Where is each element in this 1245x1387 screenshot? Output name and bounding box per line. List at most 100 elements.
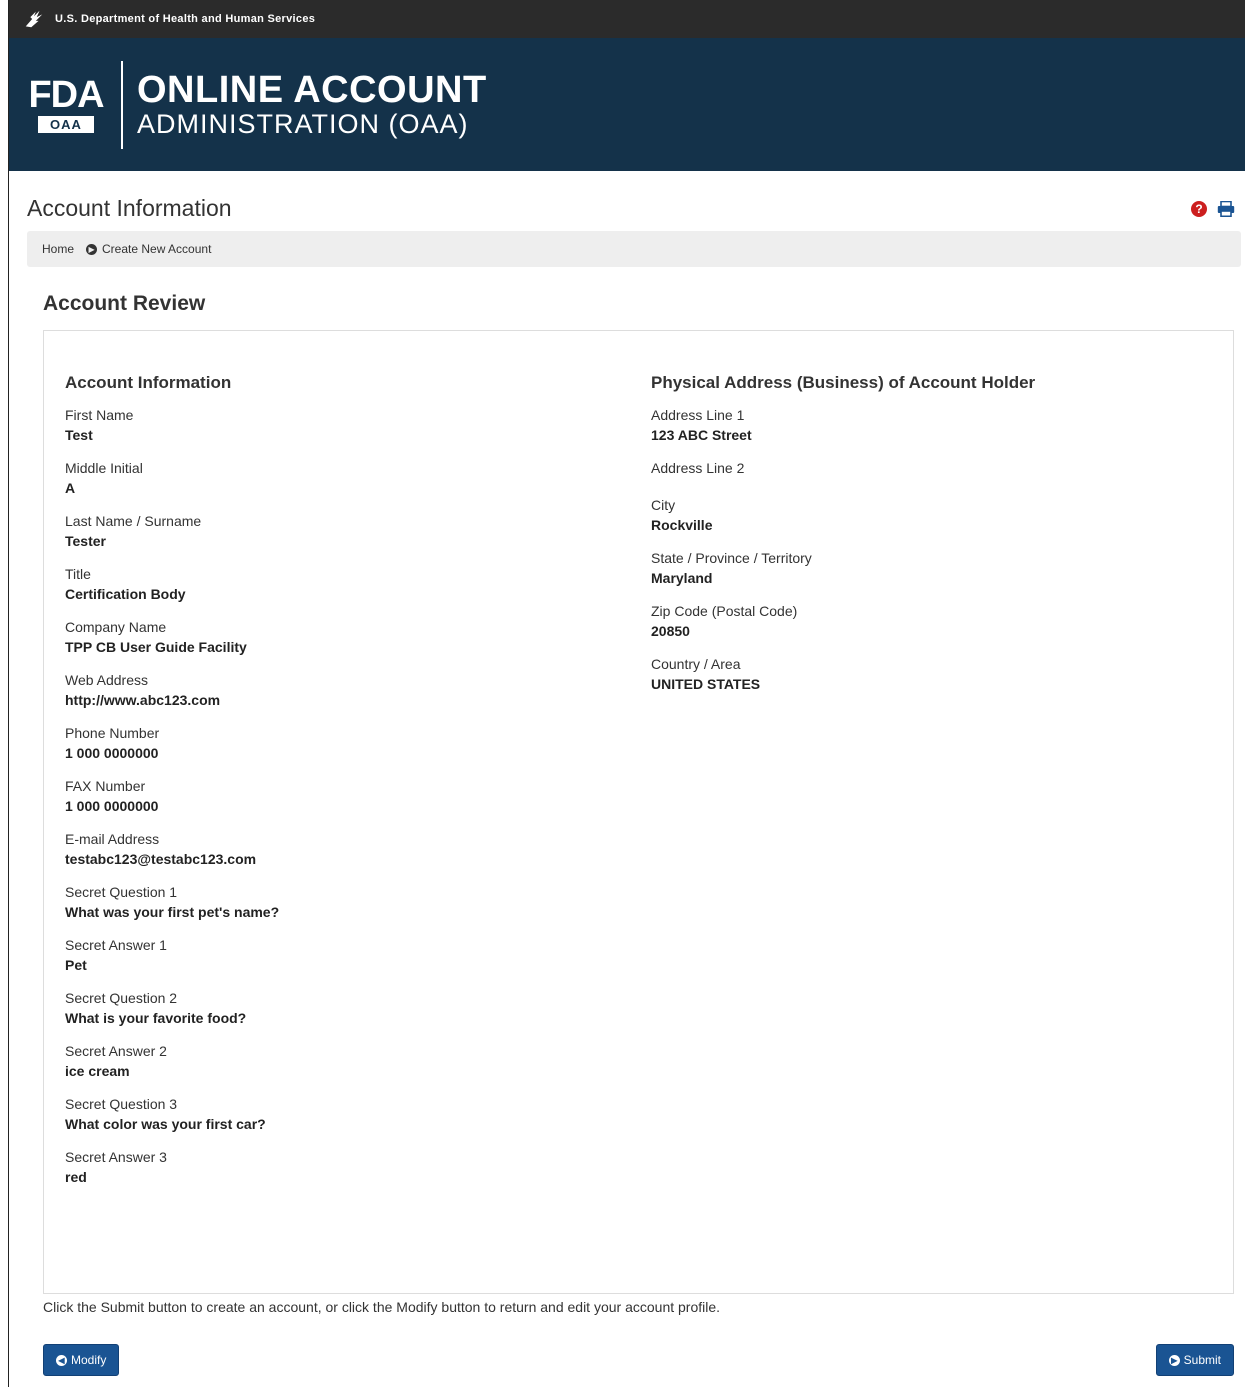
- page-frame: U.S. Department of Health and Human Serv…: [8, 0, 1245, 1387]
- site-banner: FDA OAA ONLINE ACCOUNT ADMINISTRATION (O…: [9, 38, 1245, 171]
- review-field: Company Name TPP CB User Guide Facility: [65, 617, 651, 657]
- page-title: Account Information: [27, 195, 232, 221]
- physical-address-heading: Physical Address (Business) of Account H…: [651, 373, 1036, 392]
- review-field: City Rockville: [651, 495, 1233, 535]
- field-label: Address Line 1: [651, 407, 745, 423]
- chevron-right-circle-icon: ▶: [86, 243, 98, 255]
- field-label: Secret Question 2: [65, 990, 178, 1006]
- banner-title-line2: ADMINISTRATION (OAA): [137, 108, 469, 139]
- action-buttons: ◀ Modify ▶ Submit: [9, 1344, 1245, 1376]
- submit-button[interactable]: ▶ Submit: [1155, 1344, 1234, 1376]
- field-value: Certification Body: [65, 586, 186, 602]
- field-value: Tester: [65, 533, 106, 549]
- field-label: Phone Number: [65, 725, 160, 741]
- fda-oaa-logo[interactable]: FDA OAA: [27, 76, 105, 133]
- hhs-eagle-icon: [25, 10, 43, 28]
- review-field: E-mail Address testabc123@testabc123.com: [65, 829, 651, 869]
- field-label: City: [651, 497, 676, 513]
- field-value: Maryland: [651, 570, 713, 586]
- page-header: Account Information ?: [9, 171, 1245, 228]
- field-value: What was your first pet's name?: [65, 904, 280, 920]
- review-field: Secret Answer 2 ice cream: [65, 1041, 651, 1081]
- field-value: testabc123@testabc123.com: [65, 851, 257, 867]
- fda-logo-text: FDA: [28, 74, 104, 116]
- field-value: ice cream: [65, 1063, 130, 1079]
- review-field: Phone Number 1 000 0000000: [65, 723, 651, 763]
- review-field: Country / Area UNITED STATES: [651, 654, 1233, 694]
- submit-button-label: Submit: [1183, 1353, 1221, 1367]
- physical-address-column: Physical Address (Business) of Account H…: [651, 373, 1233, 1293]
- field-value: What is your favorite food?: [65, 1010, 247, 1026]
- review-field: Zip Code (Postal Code) 20850: [651, 601, 1233, 641]
- question-circle-icon[interactable]: ?: [1191, 200, 1207, 217]
- field-value: UNITED STATES: [651, 676, 761, 692]
- field-label: Secret Answer 2: [65, 1043, 167, 1059]
- field-label: Secret Question 3: [65, 1096, 178, 1112]
- field-value: Pet: [65, 957, 87, 973]
- field-label: E-mail Address: [65, 831, 160, 847]
- field-value: A: [65, 480, 76, 496]
- field-label: Secret Answer 3: [65, 1149, 167, 1165]
- hhs-bar-text: U.S. Department of Health and Human Serv…: [55, 13, 316, 25]
- review-field: State / Province / Territory Maryland: [651, 548, 1233, 588]
- field-label: First Name: [65, 407, 134, 423]
- review-field: Secret Question 3 What color was your fir…: [65, 1094, 651, 1134]
- address-field-list: Address Line 1 123 ABC Street Address Line…: [651, 405, 1233, 694]
- banner-title-line1: ONLINE ACCOUNT: [137, 68, 487, 111]
- field-label: Secret Answer 1: [65, 937, 167, 953]
- field-label: Zip Code (Postal Code): [651, 603, 798, 619]
- field-value: 20850: [651, 623, 690, 639]
- review-field: Web Address http://www.abc123.com: [65, 670, 651, 710]
- field-value: red: [65, 1169, 87, 1185]
- review-field: Last Name / Surname Tester: [65, 511, 651, 551]
- review-field: Address Line 2: [651, 458, 1233, 482]
- banner-title: ONLINE ACCOUNT ADMINISTRATION (OAA): [137, 71, 487, 139]
- field-label: Web Address: [65, 672, 149, 688]
- field-label: State / Province / Territory: [651, 550, 812, 566]
- field-label: Address Line 2: [651, 460, 745, 476]
- account-information-heading: Account Information: [65, 373, 232, 392]
- account-review-title: Account Review: [43, 292, 206, 315]
- field-label: Secret Question 1: [65, 884, 178, 900]
- review-field: Secret Question 2 What is your favorite f…: [65, 988, 651, 1028]
- review-field: FAX Number 1 000 0000000: [65, 776, 651, 816]
- oaa-logo-badge: OAA: [38, 116, 94, 133]
- field-label: Last Name / Surname: [65, 513, 202, 529]
- review-field: Middle Initial A: [65, 458, 651, 498]
- chevron-left-circle-icon: ◀: [56, 1354, 67, 1366]
- field-value: What color was your first car?: [65, 1116, 266, 1132]
- field-label: Middle Initial: [65, 460, 143, 476]
- field-label: Country / Area: [651, 656, 741, 672]
- account-field-list: First Name Test Middle Initial A Last Name /…: [65, 405, 651, 1187]
- field-value: 1 000 0000000: [65, 745, 159, 761]
- field-value: Rockville: [651, 517, 713, 533]
- modify-button[interactable]: ◀ Modify: [43, 1344, 120, 1376]
- print-icon[interactable]: [1217, 200, 1235, 217]
- banner-divider: [121, 60, 123, 149]
- field-value: [651, 478, 1233, 482]
- field-value: 123 ABC Street: [651, 427, 752, 443]
- field-label: Company Name: [65, 619, 167, 635]
- field-label: Title: [65, 566, 91, 582]
- review-panel: Account Information First Name Test Middle…: [43, 330, 1234, 1294]
- review-field: Address Line 1 123 ABC Street: [651, 405, 1233, 445]
- field-label: FAX Number: [65, 778, 146, 794]
- field-value: Test: [65, 427, 93, 443]
- breadcrumb-create-new-account[interactable]: Create New Account: [102, 242, 211, 256]
- breadcrumb-home[interactable]: Home: [42, 242, 74, 256]
- review-field: First Name Test: [65, 405, 651, 445]
- review-field: Secret Answer 3 red: [65, 1147, 651, 1187]
- field-value: http://www.abc123.com: [65, 692, 221, 708]
- modify-button-label: Modify: [71, 1353, 107, 1367]
- breadcrumb: Home ▶ Create New Account: [27, 231, 1241, 267]
- header-icons: ?: [1191, 200, 1235, 217]
- chevron-right-circle-icon: ▶: [1168, 1354, 1180, 1366]
- review-field: Secret Question 1 What was your first pet…: [65, 882, 651, 922]
- hhs-bar: U.S. Department of Health and Human Serv…: [9, 0, 1245, 38]
- account-information-column: Account Information First Name Test Middle…: [65, 373, 651, 1293]
- submit-instructions: Click the Submit button to create an acc…: [43, 1299, 721, 1315]
- field-value: 1 000 0000000: [65, 798, 159, 814]
- review-field: Title Certification Body: [65, 564, 651, 604]
- field-value: TPP CB User Guide Facility: [65, 639, 247, 655]
- review-field: Secret Answer 1 Pet: [65, 935, 651, 975]
